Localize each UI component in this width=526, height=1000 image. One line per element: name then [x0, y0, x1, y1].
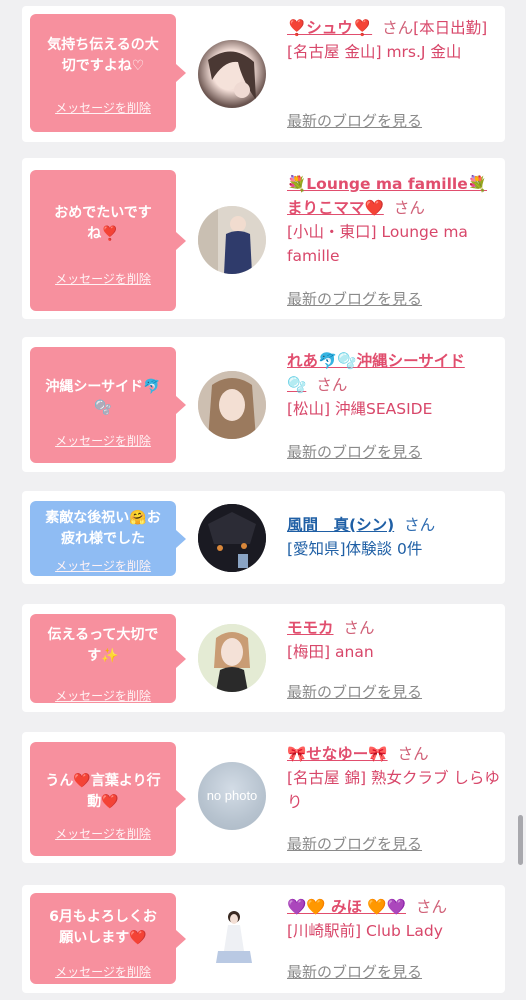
avatar-photo: [198, 206, 266, 274]
message-card: おめでたいです ね❣️ メッセージを削除 💐Lounge ma famille💐…: [22, 158, 505, 319]
experience-count: [愛知県]体験談 0件: [287, 540, 423, 558]
cast-name-link[interactable]: ❣️シュウ❣️: [287, 19, 372, 37]
cast-name-link[interactable]: れあ🐬🫧沖縄シーサイド 🫧: [287, 352, 465, 394]
cast-name-link[interactable]: モモカ: [287, 619, 334, 637]
message-bubble: 伝えるって大切で す✨ メッセージを削除: [30, 614, 186, 704]
message-text: 6月もよろしくお 願いします❤️: [49, 909, 157, 946]
message-bubble: 気持ち伝えるの大 切ですよね♡ メッセージを削除: [30, 14, 186, 132]
message-card: うん❤️言葉より行 動❤️ メッセージを削除 no photo 🎀せなゆー🎀 さん…: [22, 732, 505, 863]
latest-blog-link[interactable]: 最新のブログを見る: [287, 833, 422, 854]
avatar-photo: [198, 371, 266, 439]
message-bubble: 6月もよろしくお 願いします❤️ メッセージを削除: [30, 893, 186, 984]
cast-info: ❣️シュウ❣️ さん[本日出勤] [名古屋 金山] mrs.J 金山: [287, 16, 502, 64]
avatar[interactable]: [198, 624, 266, 692]
avatar[interactable]: [198, 504, 266, 572]
shop-tag: [川崎駅前] Club Lady: [287, 922, 443, 940]
avatar-photo: [208, 51, 256, 100]
latest-blog-link[interactable]: 最新のブログを見る: [287, 961, 422, 982]
message-card: 6月もよろしくお 願いします❤️ メッセージを削除 💜🧡 みほ 🧡💜 さん [川崎…: [22, 885, 505, 993]
delete-message-link[interactable]: メッセージを削除: [30, 270, 176, 287]
message-text: 気持ち伝えるの大 切ですよね♡: [47, 37, 159, 74]
cast-name-link[interactable]: 💐Lounge ma famille💐 まりこママ❤️: [287, 175, 487, 217]
delete-message-link[interactable]: メッセージを削除: [30, 557, 176, 574]
message-bubble: おめでたいです ね❣️ メッセージを削除: [30, 170, 186, 311]
message-card: 沖縄シーサイド🐬 🫧 メッセージを削除 れあ🐬🫧沖縄シーサイド 🫧 さん [松山] …: [22, 337, 505, 472]
honorific: さん: [343, 619, 375, 637]
message-card: 伝えるって大切で す✨ メッセージを削除 モモカ さん [梅田] anan 最新の…: [22, 604, 505, 712]
shop-tag: [名古屋 金山] mrs.J 金山: [287, 43, 462, 61]
cast-info: 風間 真(シン) さん [愛知県]体験談 0件: [287, 513, 502, 561]
message-bubble: 沖縄シーサイド🐬 🫧 メッセージを削除: [30, 347, 186, 463]
avatar[interactable]: [198, 206, 266, 274]
avatar[interactable]: [198, 40, 266, 108]
delete-message-link[interactable]: メッセージを削除: [30, 963, 176, 980]
avatar[interactable]: [198, 903, 266, 971]
honorific: さん: [397, 745, 429, 763]
scrollbar[interactable]: [518, 815, 523, 865]
message-text: 素敵な後祝い🤗お 疲れ様でした: [45, 510, 161, 547]
delete-message-link[interactable]: メッセージを削除: [30, 99, 176, 116]
cast-info: 💐Lounge ma famille💐 まりこママ❤️ さん [小山・東口] Lou…: [287, 172, 502, 268]
cast-name-link[interactable]: 💜🧡 みほ 🧡💜: [287, 898, 406, 916]
message-bubble: 素敵な後祝い🤗お 疲れ様でした メッセージを削除: [30, 501, 186, 576]
cast-info: 🎀せなゆー🎀 さん [名古屋 錦] 熟女クラブ しらゆり: [287, 742, 502, 814]
latest-blog-link[interactable]: 最新のブログを見る: [287, 288, 422, 309]
shop-tag: [松山] 沖縄SEASIDE: [287, 400, 433, 418]
honorific: さん: [416, 898, 448, 916]
cast-info: モモカ さん [梅田] anan: [287, 616, 502, 664]
cast-name-link[interactable]: 風間 真(シン): [287, 516, 394, 534]
message-text: 沖縄シーサイド🐬 🫧: [45, 379, 161, 416]
avatar[interactable]: [198, 371, 266, 439]
latest-blog-link[interactable]: 最新のブログを見る: [287, 441, 422, 462]
delete-message-link[interactable]: メッセージを削除: [30, 687, 176, 704]
delete-message-link[interactable]: メッセージを削除: [30, 432, 176, 449]
honorific: さん: [404, 516, 436, 534]
honorific: さん: [316, 376, 348, 394]
shop-tag: [梅田] anan: [287, 643, 374, 661]
message-card: 素敵な後祝い🤗お 疲れ様でした メッセージを削除 風間 真(シン) さん [愛知県…: [22, 491, 505, 584]
work-status-badge: [本日出勤]: [413, 19, 488, 37]
cast-info: 💜🧡 みほ 🧡💜 さん [川崎駅前] Club Lady: [287, 895, 502, 943]
avatar[interactable]: no photo: [198, 762, 266, 830]
cast-name-link[interactable]: 🎀せなゆー🎀: [287, 745, 388, 763]
latest-blog-link[interactable]: 最新のブログを見る: [287, 110, 422, 131]
message-text: うん❤️言葉より行 動❤️: [45, 773, 161, 810]
avatar-photo: [198, 624, 266, 692]
avatar-photo: [198, 504, 266, 572]
message-text: 伝えるって大切で す✨: [47, 627, 159, 664]
delete-message-link[interactable]: メッセージを削除: [30, 825, 176, 842]
shop-tag: [名古屋 錦] 熟女クラブ しらゆり: [287, 769, 500, 811]
no-photo-label: no photo: [206, 788, 258, 803]
avatar-photo: [198, 903, 266, 971]
message-card: 気持ち伝えるの大 切ですよね♡ メッセージを削除 ❣️シュウ❣️ さん[本日出勤]…: [22, 6, 505, 142]
message-text: おめでたいです ね❣️: [54, 205, 152, 242]
latest-blog-link[interactable]: 最新のブログを見る: [287, 681, 422, 702]
message-bubble: うん❤️言葉より行 動❤️ メッセージを削除: [30, 742, 186, 856]
honorific: さん: [393, 199, 425, 217]
cast-info: れあ🐬🫧沖縄シーサイド 🫧 さん [松山] 沖縄SEASIDE: [287, 349, 502, 421]
shop-tag: [小山・東口] Lounge ma famille: [287, 223, 468, 265]
honorific: さん: [382, 19, 414, 37]
